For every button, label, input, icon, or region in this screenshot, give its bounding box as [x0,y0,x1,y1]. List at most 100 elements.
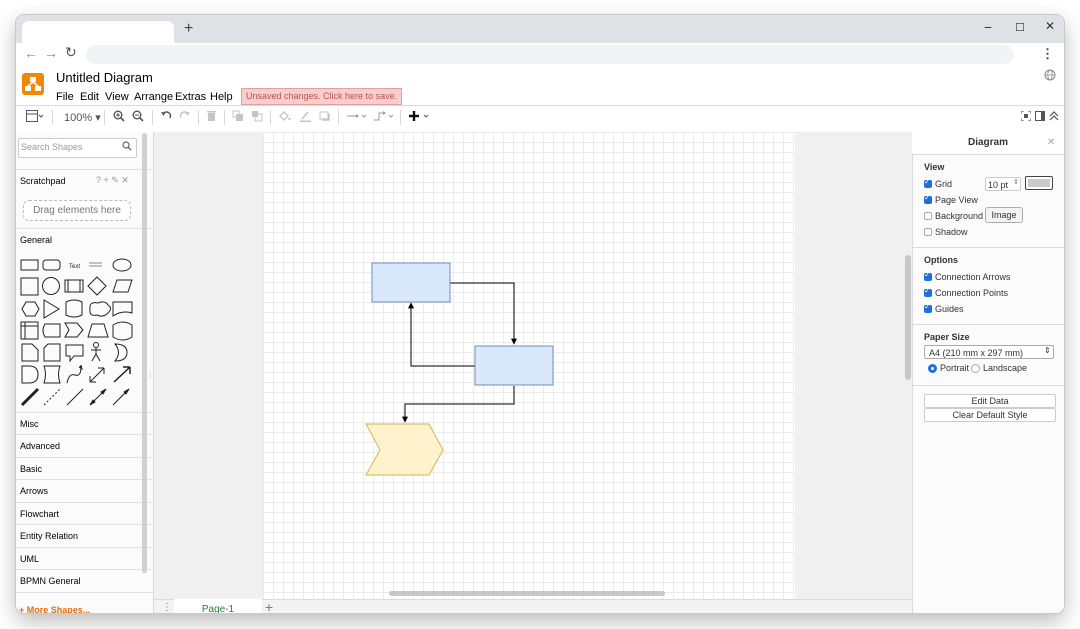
fill-color-icon[interactable] [278,110,291,125]
more-shapes-link[interactable]: + More Shapes... [19,605,90,613]
section-misc[interactable]: Misc [16,412,153,434]
process-box-2[interactable] [474,345,554,386]
grid-color-swatch[interactable] [1025,176,1053,190]
panel-resize-grip[interactable]: ⁞ [149,371,151,380]
to-back-icon[interactable] [251,110,263,125]
panel-toggle-icon[interactable] [1035,110,1045,124]
tab-page-1[interactable]: Page-1 [174,599,262,613]
ellipse-shape [112,258,132,272]
toolbar-separator [338,110,339,125]
connection-points-checkbox[interactable] [924,286,932,297]
scratchpad-tools[interactable]: ? + ✎ ✕ [96,175,129,186]
portrait-radio[interactable] [928,364,937,373]
triangle-shape [43,299,60,319]
menu-arrange[interactable]: Arrange [134,91,173,103]
menu-extras[interactable]: Extras [175,91,206,103]
connection-arrows-checkbox[interactable] [924,270,932,281]
maximize-button[interactable]: ☐ [1010,21,1030,34]
to-front-icon[interactable] [232,110,244,125]
menu-view[interactable]: View [105,91,129,103]
shadow-label: Shadow [935,227,968,237]
section-flowchart[interactable]: Flowchart [16,502,153,524]
clear-default-style-button[interactable]: Clear Default Style [924,408,1056,422]
connection-points-label: Connection Points [935,288,1009,298]
zoom-out-icon[interactable] [132,110,144,125]
browser-tab[interactable] [22,21,174,43]
circle-shape [42,277,60,295]
shadow-checkbox[interactable] [924,228,932,236]
connector-2 [408,302,475,367]
section-entity-relation[interactable]: Entity Relation [16,524,153,546]
delete-icon[interactable] [206,110,217,125]
language-globe-icon[interactable] [1044,69,1056,84]
forward-button[interactable]: → [44,45,58,61]
address-bar[interactable] [86,45,1014,64]
zoom-level[interactable]: 100% ▾ [64,111,101,124]
grid-size-stepper-icon[interactable]: ⇕ [1013,178,1019,186]
logo-icon [25,77,41,91]
callout-shape [65,344,84,363]
canvas-vertical-scrollbar[interactable] [905,255,911,380]
redo-icon[interactable] [179,110,191,125]
diagram-canvas[interactable] [263,132,795,600]
close-icon[interactable]: ✕ [1047,137,1055,148]
format-panel-icon[interactable] [26,110,44,125]
general-shapes-grid[interactable]: Text [19,255,141,410]
hexagon-shape [21,301,40,317]
section-arrows[interactable]: Arrows [16,479,153,501]
delay-shape [21,365,39,384]
menu-edit[interactable]: Edit [80,91,99,103]
section-basic[interactable]: Basic [16,457,153,479]
divider [912,385,1064,386]
page-view-checkbox[interactable] [924,193,932,204]
section-advanced[interactable]: Advanced [16,434,153,456]
step-shape [64,322,84,338]
divider [912,154,1064,155]
waypoints-icon[interactable] [373,110,395,125]
search-icon[interactable] [122,141,132,154]
add-page-button[interactable]: + [265,599,273,613]
general-header[interactable]: General [16,228,153,250]
background-checkbox[interactable] [924,212,932,220]
select-arrows-icon: ⇕ [1044,346,1051,355]
canvas-horizontal-scrollbar[interactable] [389,591,665,596]
shadow-icon[interactable] [319,110,331,125]
scratchpad-header[interactable]: Scratchpad [16,169,153,191]
pages-menu-icon[interactable]: ⋮ [162,602,172,613]
close-window-button[interactable]: ✕ [1040,19,1060,33]
search-placeholder: Search Shapes [21,142,83,152]
arrow-shape [113,366,131,383]
step-shape-node[interactable] [365,423,444,476]
collapse-icon[interactable] [1049,110,1059,124]
paper-size-select[interactable]: A4 (210 mm x 297 mm) [924,345,1054,359]
unsaved-changes-notice[interactable]: Unsaved changes. Click here to save. [241,88,403,105]
data-storage-shape [43,365,61,384]
back-button[interactable]: ← [24,45,38,61]
zoom-in-icon[interactable] [113,110,125,125]
connection-icon[interactable] [346,110,368,125]
line-color-icon[interactable] [299,110,312,125]
menu-file[interactable]: File [56,91,74,103]
undo-icon[interactable] [160,110,172,125]
section-uml[interactable]: UML [16,547,153,569]
image-button[interactable]: Image [985,207,1023,223]
note-shape [21,343,39,362]
menu-help[interactable]: Help [210,91,233,103]
edit-data-button[interactable]: Edit Data [924,394,1056,408]
diagram-title[interactable]: Untitled Diagram [56,70,153,85]
browser-menu-icon[interactable]: ⋮ [1041,46,1054,62]
reload-button[interactable]: ↻ [65,44,77,61]
fullscreen-icon[interactable] [1020,110,1032,124]
toolbar-separator [198,110,199,125]
grid-checkbox[interactable] [924,177,932,188]
process-box-1[interactable] [371,262,451,303]
shapes-panel-scrollbar[interactable] [142,133,147,573]
landscape-radio[interactable] [971,364,980,373]
divider [912,324,1064,325]
guides-checkbox[interactable] [924,302,932,313]
insert-icon[interactable] [408,110,432,125]
minimize-button[interactable]: − [978,19,998,35]
format-panel-title[interactable]: Diagram [912,132,1064,154]
section-bpmn-general[interactable]: BPMN General [16,569,153,591]
new-tab-button[interactable]: + [184,20,193,38]
